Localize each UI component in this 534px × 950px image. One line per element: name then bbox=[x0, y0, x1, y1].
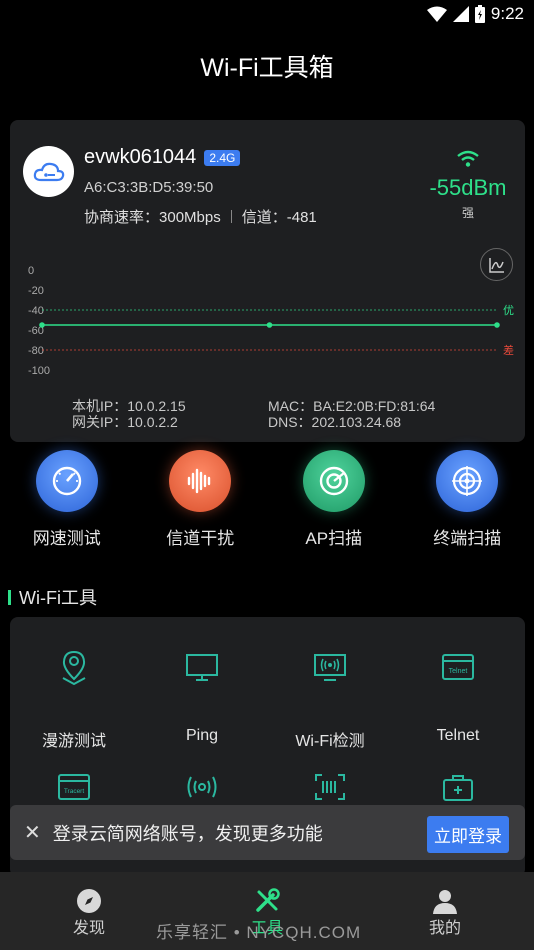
close-icon[interactable]: ✕ bbox=[24, 820, 41, 845]
monitor-icon bbox=[138, 647, 266, 687]
login-prompt-message: 登录云简网络账号，发现更多功能 bbox=[52, 823, 323, 844]
broadcast-icon bbox=[138, 767, 266, 807]
y-tick-label: -40 bbox=[28, 305, 44, 317]
gateway-ip: 网关IP：10.0.2.2 bbox=[72, 414, 178, 430]
wifi-info-card[interactable]: evwk061044 2.4G A6:C3:3B:D5:39:50 协商速率：3… bbox=[10, 120, 525, 442]
tracert-icon: Tracert bbox=[10, 767, 138, 807]
data-point bbox=[266, 322, 273, 328]
y-tick-label: 0 bbox=[28, 265, 34, 277]
toolbox-icon bbox=[394, 767, 522, 807]
rate-row: 协商速率：300Mbps 信道：-481 bbox=[84, 206, 317, 227]
tab-discover-label: 发现 bbox=[72, 920, 105, 937]
wifi-detect-tool[interactable]: Wi-Fi检测 bbox=[266, 647, 394, 751]
wifi-detect-label: Wi-Fi检测 bbox=[295, 733, 365, 750]
terminal-scan-button[interactable]: 终端扫描 bbox=[401, 448, 534, 549]
speed-test-label: 网速测试 bbox=[32, 529, 101, 548]
speed-test-button[interactable]: 网速测试 bbox=[0, 448, 134, 549]
wifi-signal-icon bbox=[457, 150, 479, 167]
channel-interference-label: 信道干扰 bbox=[166, 529, 235, 548]
mac-address: MAC：BA:E2:0B:FD:81:64 bbox=[268, 398, 436, 414]
barcode-scan-tool[interactable] bbox=[266, 767, 394, 807]
login-button[interactable]: 立即登录 bbox=[427, 816, 509, 853]
ping-label: Ping bbox=[185, 727, 219, 744]
tab-discover[interactable]: 发现 bbox=[39, 888, 139, 938]
divider bbox=[230, 210, 232, 223]
broadcast-tool[interactable] bbox=[138, 767, 266, 807]
y-tick-label: -20 bbox=[28, 285, 44, 297]
clock: 9:22 bbox=[490, 4, 524, 23]
radar-icon bbox=[302, 450, 365, 512]
signal-quality: 强 bbox=[461, 206, 474, 220]
data-point bbox=[494, 322, 500, 328]
rate-value: 300Mbps bbox=[159, 209, 221, 226]
section-title: Wi-Fi工具 bbox=[19, 588, 97, 608]
ap-scan-label: AP扫描 bbox=[305, 529, 363, 548]
tools-wrench-icon bbox=[217, 888, 317, 914]
tracert-tool[interactable]: Tracert bbox=[10, 767, 138, 807]
reference-line-label: 优 bbox=[503, 304, 514, 317]
ip-info-left: 本机IP：10.0.2.15 网关IP：10.0.2.2 bbox=[72, 398, 186, 430]
section-accent-bar bbox=[8, 589, 11, 605]
y-tick-label: -100 bbox=[28, 365, 50, 377]
watermark: 乐享轻汇 • NYCQH.COM bbox=[156, 923, 362, 942]
cell-signal-icon bbox=[452, 6, 469, 22]
speedometer-icon bbox=[35, 450, 98, 512]
rate-label: 协商速率： bbox=[84, 209, 160, 226]
telnet-icon-text: Telnet bbox=[449, 668, 468, 675]
ping-tool[interactable]: Ping bbox=[138, 647, 266, 745]
signal-strength: -55dBm bbox=[429, 175, 507, 200]
band-badge: 2.4G bbox=[204, 149, 241, 166]
roaming-test-label: 漫游测试 bbox=[41, 733, 106, 750]
ssid-row: evwk061044 2.4G bbox=[84, 146, 241, 169]
tracert-icon-text: Tracert bbox=[64, 788, 85, 795]
signal-chart: 0-20-40-60-80-100优差 bbox=[28, 265, 514, 377]
cloud-logo-icon bbox=[23, 146, 74, 197]
data-point bbox=[39, 322, 45, 328]
ip-info-right: MAC：BA:E2:0B:FD:81:64 DNS：202.103.24.68 bbox=[268, 398, 435, 430]
quick-actions: 网速测试 信道干扰 AP扫描 终端扫描 bbox=[0, 448, 534, 549]
login-prompt-toast: ✕ 登录云简网络账号，发现更多功能 立即登录 bbox=[10, 805, 525, 860]
channel-value: -481 bbox=[286, 209, 317, 226]
section-header: Wi-Fi工具 bbox=[8, 584, 97, 610]
compass-icon bbox=[39, 888, 139, 914]
page-title: Wi-Fi工具箱 bbox=[200, 54, 334, 82]
tab-mine-label: 我的 bbox=[428, 920, 461, 937]
telnet-tool[interactable]: Telnet Telnet bbox=[394, 647, 522, 745]
bssid: A6:C3:3B:D5:39:50 bbox=[84, 179, 214, 196]
dns: DNS：202.103.24.68 bbox=[268, 414, 402, 430]
user-icon bbox=[395, 888, 495, 914]
status-bar: 9:22 bbox=[0, 0, 534, 28]
tab-mine[interactable]: 我的 bbox=[395, 888, 495, 938]
local-ip: 本机IP：10.0.2.15 bbox=[72, 398, 186, 414]
wifi-detect-icon bbox=[266, 647, 394, 687]
roaming-test-tool[interactable]: 漫游测试 bbox=[10, 647, 138, 751]
channel-interference-button[interactable]: 信道干扰 bbox=[134, 448, 268, 549]
battery-icon bbox=[474, 5, 485, 23]
location-pin-icon bbox=[10, 647, 138, 687]
waveform-icon bbox=[169, 450, 232, 512]
telnet-label: Telnet bbox=[436, 727, 480, 744]
terminal-scan-label: 终端扫描 bbox=[433, 529, 502, 548]
telnet-icon: Telnet bbox=[394, 647, 522, 687]
signal-block: -55dBm 强 bbox=[423, 150, 513, 221]
reference-line-label: 差 bbox=[503, 343, 514, 357]
channel-label: 信道： bbox=[241, 209, 287, 226]
wifi-status-icon bbox=[426, 6, 447, 22]
toolbox-tool[interactable] bbox=[394, 767, 522, 807]
target-icon bbox=[436, 450, 499, 512]
ap-scan-button[interactable]: AP扫描 bbox=[267, 448, 401, 549]
y-tick-label: -80 bbox=[28, 345, 44, 357]
ssid: evwk061044 bbox=[84, 146, 197, 168]
barcode-scan-icon bbox=[266, 767, 394, 807]
